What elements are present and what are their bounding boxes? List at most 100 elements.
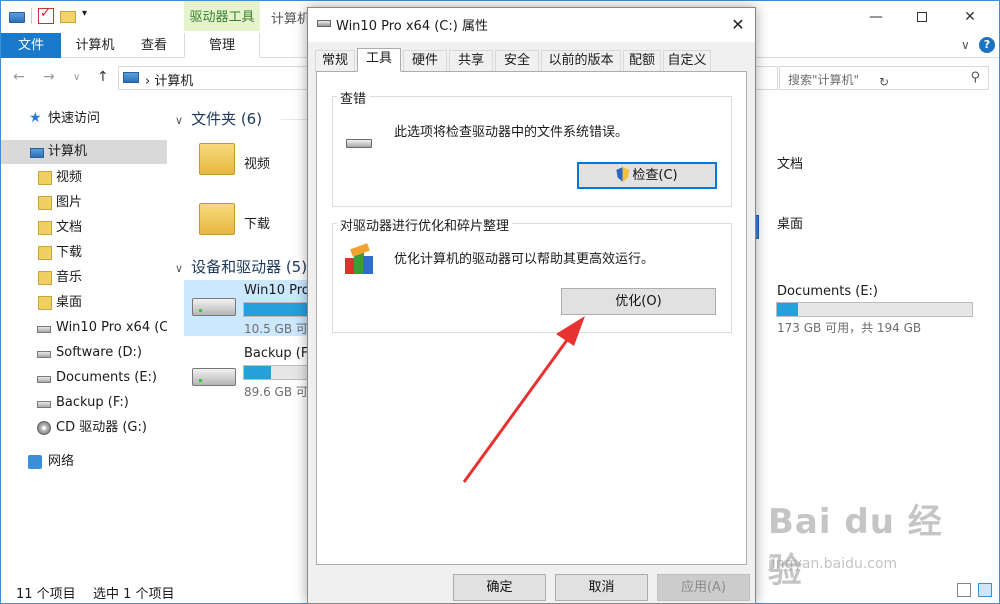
chevron-down-icon: ∨ <box>175 262 184 275</box>
downloads-folder-icon <box>38 246 52 260</box>
sidebar-item-drive-f[interactable]: Backup (F:) <box>1 391 167 415</box>
sidebar-item-pictures[interactable]: 图片 <box>1 191 167 215</box>
tab-general[interactable]: 常规 <box>315 50 355 72</box>
sidebar-item-label: 网络 <box>48 454 75 469</box>
sidebar-item-videos[interactable]: 视频 <box>1 166 167 190</box>
sidebar-item-label: CD 驱动器 (G:) <box>56 420 147 435</box>
drive-icon <box>192 298 236 316</box>
chevron-down-icon[interactable]: ▾ <box>82 8 92 24</box>
chevron-down-icon: ∨ <box>175 114 184 127</box>
close-button[interactable]: ✕ <box>947 1 993 33</box>
folder-name: 文档 <box>777 157 804 172</box>
group-header-folders[interactable]: ∨ 文件夹 (6) <box>175 108 262 129</box>
check-button[interactable]: 检查(C) <box>577 162 717 189</box>
cd-drive-icon <box>37 421 51 435</box>
folder-name: 下载 <box>244 217 271 232</box>
sidebar-item-label: 文档 <box>56 220 83 235</box>
address-text: › 计算机 <box>145 74 194 89</box>
error-checking-group: 查错 此选项将检查驱动器中的文件系统错误。 检查(C) <box>332 88 732 207</box>
sidebar-item-this-pc[interactable]: 计算机 <box>1 140 167 164</box>
expand-ribbon-icon[interactable]: ∨ <box>961 38 970 52</box>
documents-folder-icon <box>38 221 52 235</box>
sidebar-item-documents[interactable]: 文档 <box>1 216 167 240</box>
selected-count: 选中 1 个项目 <box>93 587 175 602</box>
uac-shield-icon <box>616 167 630 182</box>
drive-icon <box>317 20 331 27</box>
sidebar-item-label: Software (D:) <box>56 345 142 360</box>
search-input[interactable]: 搜索"计算机" <box>788 71 859 88</box>
group-title: 设备和驱动器 (5) <box>191 258 308 276</box>
group-title: 文件夹 (6) <box>191 110 263 128</box>
sidebar-item-drive-c[interactable]: Win10 Pro x64 (C:) <box>1 316 167 340</box>
drive-free-space: 89.6 GB 可 <box>244 385 308 399</box>
sidebar-item-drive-e[interactable]: Documents (E:) <box>1 366 167 390</box>
quick-access-toolbar: ▾ <box>9 6 92 24</box>
sidebar-item-drive-g[interactable]: CD 驱动器 (G:) <box>1 416 167 440</box>
tab-tools[interactable]: 工具 <box>357 48 401 72</box>
tab-security[interactable]: 安全 <box>495 50 539 72</box>
drive-usage-fill <box>777 303 799 316</box>
dialog-title: Win10 Pro x64 (C:) 属性 <box>336 19 488 34</box>
sidebar-item-network[interactable]: 网络 <box>1 450 167 474</box>
tab-customize[interactable]: 自定义 <box>663 50 711 72</box>
close-button[interactable]: ✕ <box>726 13 750 37</box>
apply-button[interactable]: 应用(A) <box>657 574 750 601</box>
drive-tile-f[interactable]: Backup (F: 89.6 GB 可 <box>184 345 313 401</box>
optimize-group: 对驱动器进行优化和碎片整理 优化计算机的驱动器可以帮助其更高效运行。 优化(O) <box>332 215 732 333</box>
folder-name: 视频 <box>244 157 271 172</box>
drive-usage-bar <box>243 365 313 380</box>
properties-dialog: Win10 Pro x64 (C:) 属性 ✕ 常规 工具 硬件 共享 安全 以… <box>307 7 756 604</box>
tab-hardware[interactable]: 硬件 <box>403 50 447 72</box>
back-button[interactable]: ← <box>13 69 25 85</box>
maximize-button[interactable] <box>899 1 945 33</box>
tab-previous-versions[interactable]: 以前的版本 <box>541 50 621 72</box>
sidebar-item-desktop[interactable]: 桌面 <box>1 291 167 315</box>
help-icon[interactable]: ? <box>979 37 995 53</box>
sidebar-item-quick-access[interactable]: ★ 快速访问 <box>1 107 167 131</box>
drive-free-space: 10.5 GB 可 <box>244 322 308 336</box>
tab-view[interactable]: 查看 <box>129 33 179 58</box>
new-folder-icon[interactable] <box>60 11 76 23</box>
tab-computer[interactable]: 计算机 <box>65 33 125 58</box>
desktop-folder-icon <box>38 296 52 310</box>
drive-name: Documents (E:) <box>777 284 878 299</box>
minimize-button[interactable]: — <box>853 1 899 33</box>
videos-folder-icon <box>38 171 52 185</box>
tab-manage[interactable]: 管理 <box>184 33 260 58</box>
drive-tile-e[interactable]: Documents (E:) 173 GB 可用，共 194 GB <box>761 281 976 337</box>
context-tab-drive-tools: 驱动器工具 <box>184 1 260 31</box>
group-title: 查错 <box>337 88 370 107</box>
properties-icon[interactable] <box>38 6 54 24</box>
forward-button[interactable]: → <box>43 69 55 85</box>
window-title: 计算机 <box>271 12 311 27</box>
sidebar-item-label: Documents (E:) <box>56 370 157 385</box>
computer-icon <box>30 148 44 158</box>
maximize-icon <box>917 12 927 22</box>
drive-tile-c-selected[interactable]: Win10 Pro 10.5 GB 可 <box>184 280 313 336</box>
tab-sharing[interactable]: 共享 <box>449 50 493 72</box>
watermark-brand: Bai du 经验 <box>768 502 943 591</box>
drive-usage-fill <box>244 303 309 316</box>
group-header-devices[interactable]: ∨ 设备和驱动器 (5) <box>175 256 307 277</box>
up-button[interactable]: ↑ <box>97 69 109 85</box>
defragment-icon <box>345 243 377 276</box>
cancel-button[interactable]: 取消 <box>555 574 648 601</box>
search-icon[interactable]: ⚲ <box>970 70 980 85</box>
sidebar-item-drive-d[interactable]: Software (D:) <box>1 341 167 365</box>
tab-quota[interactable]: 配额 <box>623 50 661 72</box>
recent-locations-button[interactable]: ∨ <box>73 72 80 83</box>
sidebar-item-label: 计算机 <box>48 144 88 159</box>
breadcrumb-computer[interactable]: 计算机 <box>154 74 193 89</box>
item-count: 11 个项目 <box>16 587 76 602</box>
optimize-button[interactable]: 优化(O) <box>561 288 716 315</box>
large-icons-view-icon[interactable] <box>978 583 992 597</box>
ok-button[interactable]: 确定 <box>453 574 546 601</box>
sidebar-item-label: 图片 <box>56 195 83 210</box>
sidebar-item-downloads[interactable]: 下载 <box>1 241 167 265</box>
sidebar-item-music[interactable]: 音乐 <box>1 266 167 290</box>
search-box[interactable]: 搜索"计算机" ⚲ <box>779 66 989 90</box>
dialog-title-bar: Win10 Pro x64 (C:) 属性 ✕ <box>308 8 755 42</box>
tab-file[interactable]: 文件 <box>1 33 61 58</box>
folder-name: 桌面 <box>777 217 804 232</box>
details-view-icon[interactable] <box>957 583 971 597</box>
